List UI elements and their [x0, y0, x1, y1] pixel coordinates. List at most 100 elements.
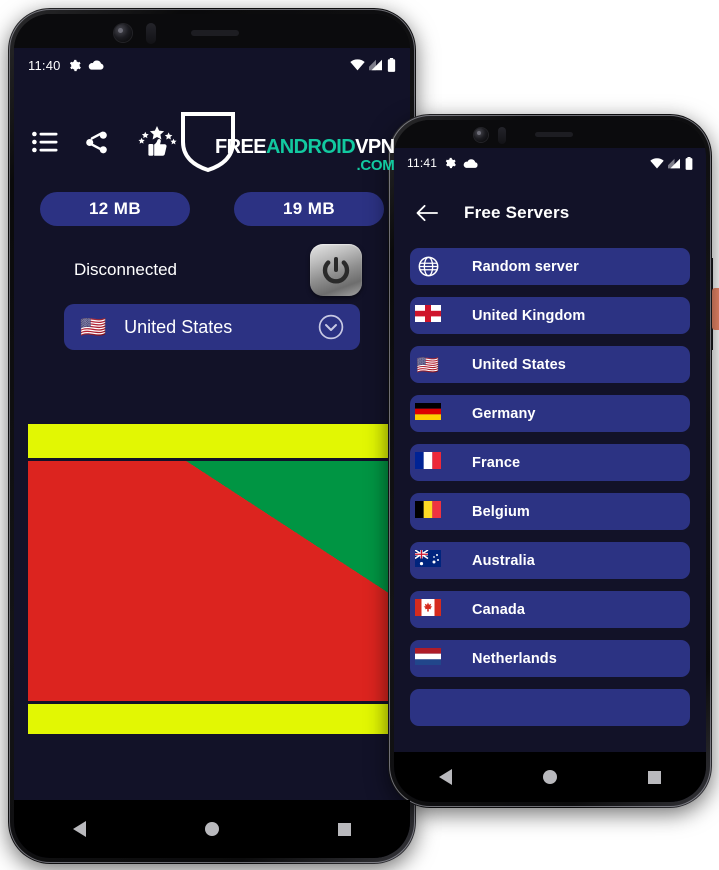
cloud-icon	[463, 158, 478, 168]
flag-united-kingdom-icon	[415, 305, 441, 322]
front-status-bar: 11:40	[14, 48, 410, 82]
download-usage-pill[interactable]: 12 MB	[40, 192, 190, 226]
front-status-left: 11:40	[28, 58, 104, 73]
recents-square-icon[interactable]	[647, 770, 661, 784]
list-item[interactable]: 🇺🇸 United States	[410, 346, 690, 383]
list-item[interactable]: Random server	[410, 248, 690, 285]
server-name: Germany	[472, 405, 536, 422]
phone-front-screen: 11:40 FREE ANDROID VPN .COM 12 MB 19 MB …	[14, 48, 410, 858]
front-camera-icon	[474, 128, 488, 142]
server-selector[interactable]: 🇺🇸 United States	[64, 304, 360, 350]
front-toolbar: FREE ANDROID VPN .COM	[14, 110, 410, 174]
server-flag	[410, 599, 446, 620]
phone-front: 11:40 FREE ANDROID VPN .COM 12 MB 19 MB …	[8, 8, 416, 864]
list-item[interactable]: Australia	[410, 542, 690, 579]
upload-usage-pill[interactable]: 19 MB	[234, 192, 384, 226]
back-triangle-icon[interactable]	[439, 769, 453, 785]
toolbar-icon-group	[32, 125, 179, 159]
phone-back-body: 11:41 Free Servers Random server United …	[394, 120, 706, 802]
proximity-sensor-icon	[498, 127, 506, 144]
server-name: France	[472, 454, 521, 471]
cloud-icon	[88, 60, 104, 70]
selected-server-name: United States	[124, 316, 233, 337]
rate-stars-icon[interactable]	[135, 125, 179, 159]
recents-square-icon[interactable]	[337, 822, 351, 836]
flag-red-band	[28, 461, 396, 701]
phone-back-screen: 11:41 Free Servers Random server United …	[394, 148, 706, 802]
wifi-icon	[350, 59, 365, 71]
back-status-right	[650, 156, 693, 170]
server-name: Belgium	[472, 503, 530, 520]
gear-icon	[69, 59, 81, 71]
list-item[interactable]: Germany	[410, 395, 690, 432]
download-usage-value: 12 MB	[88, 199, 142, 218]
earpiece-speaker	[191, 30, 239, 36]
front-status-right	[350, 58, 396, 72]
wifi-icon	[650, 157, 664, 168]
server-flag	[410, 305, 446, 326]
logo-part-android: ANDROID	[265, 136, 356, 158]
phone-front-body: 11:40 FREE ANDROID VPN .COM 12 MB 19 MB …	[14, 14, 410, 858]
logo-part-vpn: VPN	[355, 136, 395, 158]
server-name: Canada	[472, 601, 525, 618]
flag-canada-icon	[415, 599, 441, 616]
phone-back-sensor-strip	[394, 120, 706, 148]
flag-netherlands-icon	[415, 648, 441, 665]
back-status-bar: 11:41	[394, 148, 706, 178]
phone-front-sensor-strip	[14, 14, 410, 48]
server-flag: 🇺🇸	[416, 354, 440, 375]
server-flag	[410, 549, 446, 571]
server-flag	[410, 403, 446, 424]
flag-bottom-bar	[28, 704, 396, 734]
connection-status-row: Disconnected	[14, 242, 410, 298]
back-triangle-icon[interactable]	[73, 821, 87, 837]
power-button[interactable]	[310, 244, 362, 296]
share-icon[interactable]	[84, 130, 109, 155]
server-flag	[410, 501, 446, 522]
flag-germany-icon	[415, 403, 441, 420]
signal-icon	[369, 59, 382, 71]
flag-belgium-icon	[415, 501, 441, 518]
list-item[interactable]	[410, 689, 690, 726]
adjacent-screenshot-sliver	[712, 288, 719, 330]
proximity-sensor-icon	[146, 23, 156, 44]
connection-status-text: Disconnected	[74, 260, 178, 279]
battery-icon	[685, 156, 693, 170]
congo-flag-image	[28, 461, 396, 701]
server-name: United Kingdom	[472, 307, 586, 324]
power-icon	[322, 257, 350, 284]
home-circle-icon[interactable]	[204, 822, 219, 836]
server-name: Australia	[472, 552, 535, 569]
logo-part-free: FREE	[215, 136, 267, 158]
server-name: Netherlands	[472, 650, 557, 667]
list-icon[interactable]	[32, 131, 58, 153]
list-item[interactable]: Netherlands	[410, 640, 690, 677]
back-status-time: 11:41	[407, 156, 438, 170]
list-item[interactable]: France	[410, 444, 690, 481]
server-flag	[410, 452, 446, 473]
globe-icon	[418, 256, 438, 277]
free-servers-list[interactable]: Random server United Kingdom 🇺🇸 United S…	[394, 248, 706, 750]
list-item[interactable]: United Kingdom	[410, 297, 690, 334]
home-circle-icon[interactable]	[542, 770, 557, 784]
country-flag-banner	[28, 424, 396, 774]
logo-wordmark: FREE ANDROID VPN .COM	[215, 136, 395, 174]
battery-icon	[387, 58, 396, 72]
server-name: United States	[472, 356, 566, 373]
server-flag	[410, 648, 446, 669]
chevron-down-circle-icon[interactable]	[318, 314, 344, 340]
arrow-left-icon[interactable]	[416, 204, 438, 222]
front-camera-icon	[114, 24, 132, 42]
list-item[interactable]: Belgium	[410, 493, 690, 530]
list-item[interactable]: Canada	[410, 591, 690, 628]
logo-part-com: .COM	[356, 157, 395, 174]
back-nav-bar	[394, 752, 706, 802]
gear-icon	[445, 157, 457, 169]
front-status-time: 11:40	[28, 57, 61, 73]
phone-back: 11:41 Free Servers Random server United …	[388, 114, 712, 808]
app-logo: FREE ANDROID VPN .COM	[179, 111, 395, 174]
selected-server-flag: 🇺🇸	[80, 315, 107, 339]
server-flag	[410, 256, 446, 277]
front-nav-bar	[14, 800, 410, 858]
screenshot-canvas: 11:40 FREE ANDROID VPN .COM 12 MB 19 MB …	[0, 0, 719, 870]
